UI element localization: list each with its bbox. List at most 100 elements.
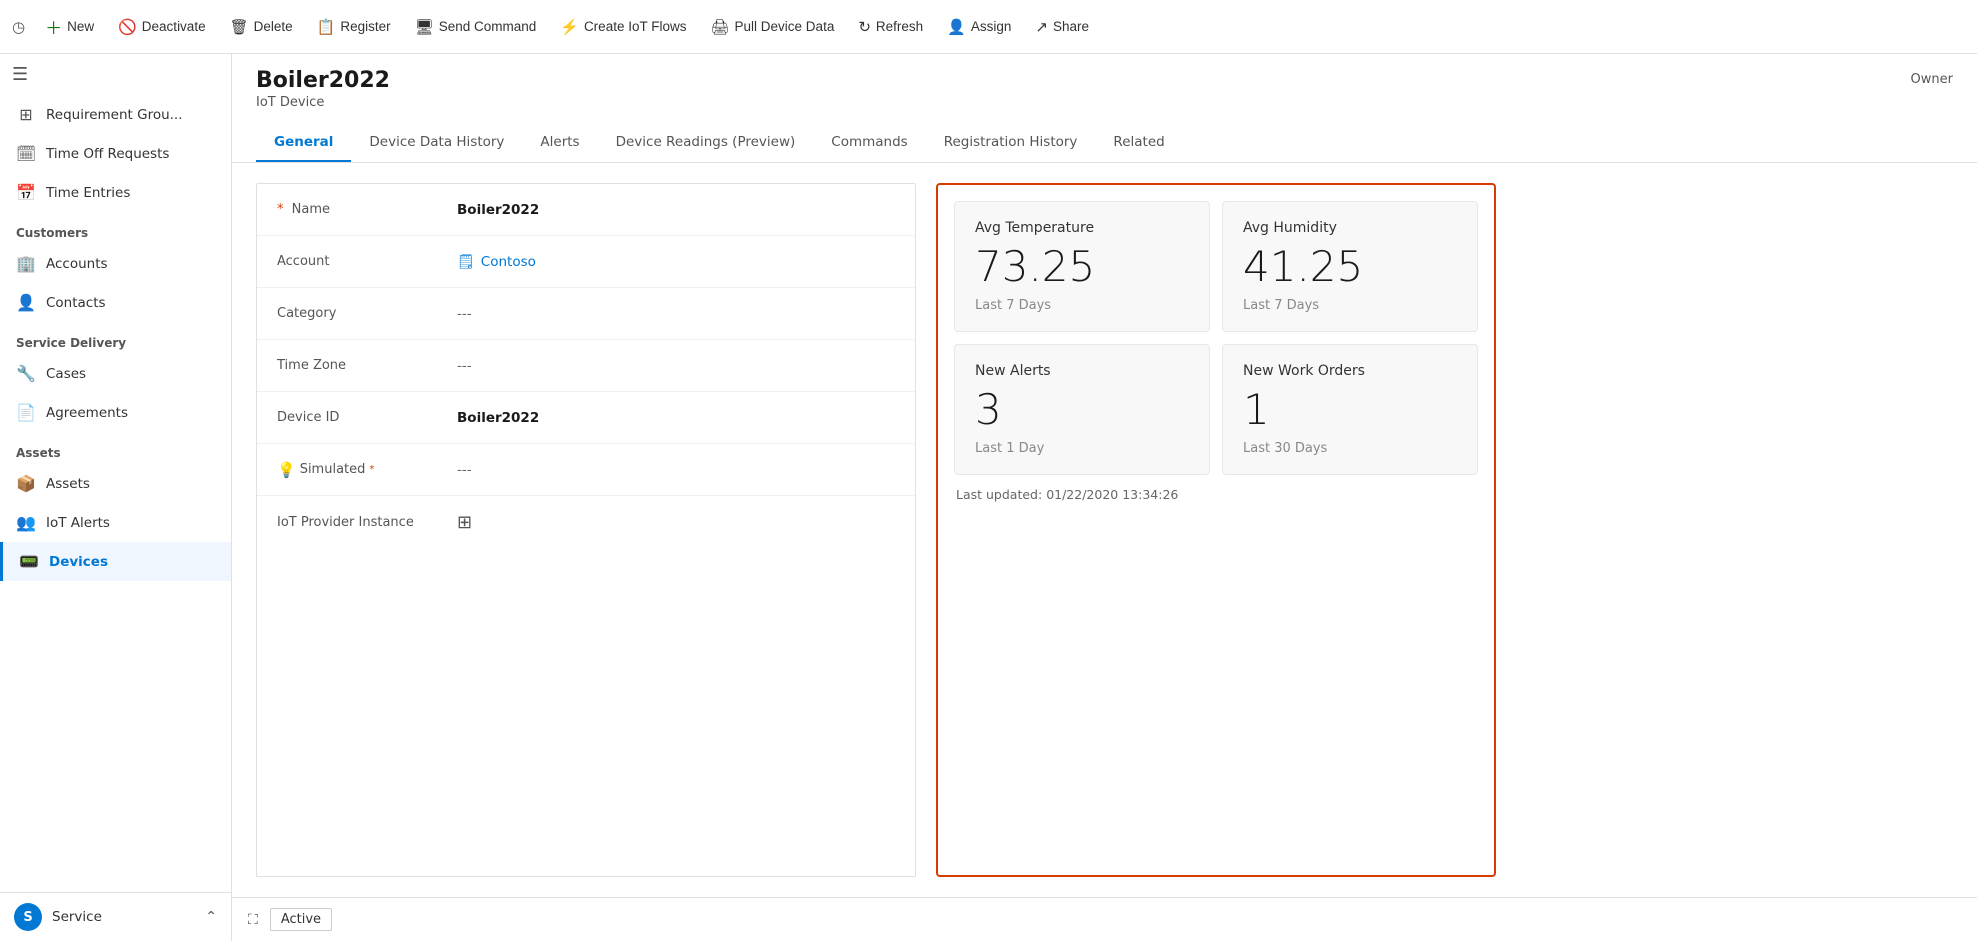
record-header: Boiler2022 IoT Device Owner General Devi… (232, 54, 1977, 163)
avg-humidity-value: 41.25 (1243, 246, 1457, 288)
status-badge[interactable]: Active (270, 908, 332, 931)
sidebar-item-cases[interactable]: 🔧 Cases (0, 354, 231, 393)
send-command-button[interactable]: 🖥 Send Command (405, 12, 547, 42)
create-iot-flows-icon: ⚡ (560, 18, 579, 36)
tab-alerts[interactable]: Alerts (522, 124, 597, 162)
sidebar-item-contacts[interactable]: 👤 Contacts (0, 283, 231, 322)
form-value-timezone[interactable]: --- (457, 358, 895, 374)
form-row-iot-provider: IoT Provider Instance ⊞ (257, 496, 915, 548)
iot-alerts-icon: 👥 (16, 513, 36, 532)
form-label-device-id: Device ID (277, 410, 457, 425)
sidebar-item-label: Requirement Grou... (46, 107, 183, 123)
tab-commands[interactable]: Commands (813, 124, 925, 162)
assets-section-title: Assets (0, 432, 231, 464)
form-row-device-id: Device ID Boiler2022 (257, 392, 915, 444)
new-button[interactable]: ＋ New (35, 8, 104, 45)
share-button[interactable]: ↗ Share (1025, 12, 1099, 42)
form-row-category: Category --- (257, 288, 915, 340)
send-command-icon: 🖥 (415, 18, 434, 36)
form-row-simulated: 💡 Simulated * --- (257, 444, 915, 496)
tab-device-data-history[interactable]: Device Data History (351, 124, 522, 162)
accounts-icon: 🏢 (16, 254, 36, 273)
sidebar: ☰ ⊞ Requirement Grou... 🗓 Time Off Reque… (0, 54, 232, 941)
record-title: Boiler2022 (256, 68, 390, 93)
stat-card-avg-humidity: Avg Humidity 41.25 Last 7 Days (1222, 201, 1478, 332)
refresh-button[interactable]: ↻ Refresh (848, 12, 933, 42)
tab-registration-history[interactable]: Registration History (926, 124, 1096, 162)
form-value-category[interactable]: --- (457, 306, 895, 322)
tab-general[interactable]: General (256, 124, 351, 162)
iot-provider-icon: ⊞ (457, 512, 472, 533)
form-value-simulated[interactable]: --- (457, 462, 895, 478)
simulated-required-star: * (369, 464, 374, 475)
sidebar-item-label: Agreements (46, 405, 128, 421)
create-iot-flows-button[interactable]: ⚡ Create IoT Flows (550, 12, 696, 42)
tab-device-readings[interactable]: Device Readings (Preview) (598, 124, 814, 162)
avg-temperature-value: 73.25 (975, 246, 1189, 288)
pull-device-data-icon: 🖨 (710, 18, 729, 36)
stat-card-avg-temperature: Avg Temperature 73.25 Last 7 Days (954, 201, 1210, 332)
hamburger-icon: ☰ (12, 64, 28, 85)
stat-card-new-work-orders: New Work Orders 1 Last 30 Days (1222, 344, 1478, 475)
sidebar-footer[interactable]: S Service ⌃ (0, 892, 231, 941)
sidebar-item-time-off-requests[interactable]: 🗓 Time Off Requests (0, 134, 231, 173)
form-label-account: Account (277, 254, 457, 269)
form-value-account[interactable]: 🗒 Contoso (457, 254, 895, 270)
avg-temperature-title: Avg Temperature (975, 220, 1189, 236)
deactivate-button[interactable]: 🚫 Deactivate (108, 12, 215, 42)
assign-label: Assign (971, 19, 1012, 34)
form-row-timezone: Time Zone --- (257, 340, 915, 392)
stats-footer: Last updated: 01/22/2020 13:34:26 (954, 487, 1478, 502)
form-label-simulated: 💡 Simulated * (277, 461, 457, 479)
sidebar-item-agreements[interactable]: 📄 Agreements (0, 393, 231, 432)
time-off-requests-icon: 🗓 (16, 144, 36, 163)
tabs: General Device Data History Alerts Devic… (256, 124, 1953, 162)
delete-button[interactable]: 🗑 Delete (220, 12, 303, 42)
sidebar-item-time-entries[interactable]: 📅 Time Entries (0, 173, 231, 212)
assign-button[interactable]: 👤 Assign (937, 12, 1021, 42)
avatar: S (14, 903, 42, 931)
deactivate-icon: 🚫 (118, 18, 137, 36)
sidebar-item-devices[interactable]: 📟 Devices (0, 542, 231, 581)
contacts-icon: 👤 (16, 293, 36, 312)
status-expand-icon[interactable]: ⛶ (248, 912, 258, 928)
form-value-device-id[interactable]: Boiler2022 (457, 410, 895, 426)
sidebar-item-label: Time Entries (46, 185, 130, 201)
tab-related[interactable]: Related (1095, 124, 1182, 162)
app-body: ☰ ⊞ Requirement Grou... 🗓 Time Off Reque… (0, 54, 1977, 941)
form-value-name[interactable]: Boiler2022 (457, 202, 895, 218)
refresh-label: Refresh (876, 19, 923, 34)
register-label: Register (340, 19, 390, 34)
sidebar-header[interactable]: ☰ (0, 54, 231, 95)
customers-section-title: Customers (0, 212, 231, 244)
register-button[interactable]: 📋 Register (307, 12, 401, 42)
sidebar-item-accounts[interactable]: 🏢 Accounts (0, 244, 231, 283)
assets-icon: 📦 (16, 474, 36, 493)
sidebar-item-requirement-group[interactable]: ⊞ Requirement Grou... (0, 95, 231, 134)
time-entries-icon: 📅 (16, 183, 36, 202)
record-body: * Name Boiler2022 Account 🗒 Contoso Cate… (232, 163, 1977, 897)
new-work-orders-period: Last 30 Days (1243, 441, 1457, 456)
sidebar-item-iot-alerts[interactable]: 👥 IoT Alerts (0, 503, 231, 542)
form-value-iot-provider[interactable]: ⊞ (457, 512, 895, 533)
share-label: Share (1053, 19, 1089, 34)
sidebar-item-label: Cases (46, 366, 86, 382)
record-subtitle: IoT Device (256, 95, 390, 110)
avg-humidity-title: Avg Humidity (1243, 220, 1457, 236)
create-iot-flows-label: Create IoT Flows (584, 19, 687, 34)
avg-humidity-period: Last 7 Days (1243, 298, 1457, 313)
service-delivery-section-title: Service Delivery (0, 322, 231, 354)
cases-icon: 🔧 (16, 364, 36, 383)
send-command-label: Send Command (439, 19, 537, 34)
sidebar-item-label: IoT Alerts (46, 515, 110, 531)
sidebar-item-label: Assets (46, 476, 90, 492)
form-section: * Name Boiler2022 Account 🗒 Contoso Cate… (256, 183, 916, 877)
new-work-orders-value: 1 (1243, 389, 1457, 431)
new-work-orders-title: New Work Orders (1243, 363, 1457, 379)
delete-label: Delete (254, 19, 293, 34)
share-icon: ↗ (1035, 18, 1048, 36)
sidebar-item-assets[interactable]: 📦 Assets (0, 464, 231, 503)
form-label-timezone: Time Zone (277, 358, 457, 373)
toolbar: ◷ ＋ New 🚫 Deactivate 🗑 Delete 📋 Register… (0, 0, 1977, 54)
pull-device-data-button[interactable]: 🖨 Pull Device Data (700, 12, 844, 42)
